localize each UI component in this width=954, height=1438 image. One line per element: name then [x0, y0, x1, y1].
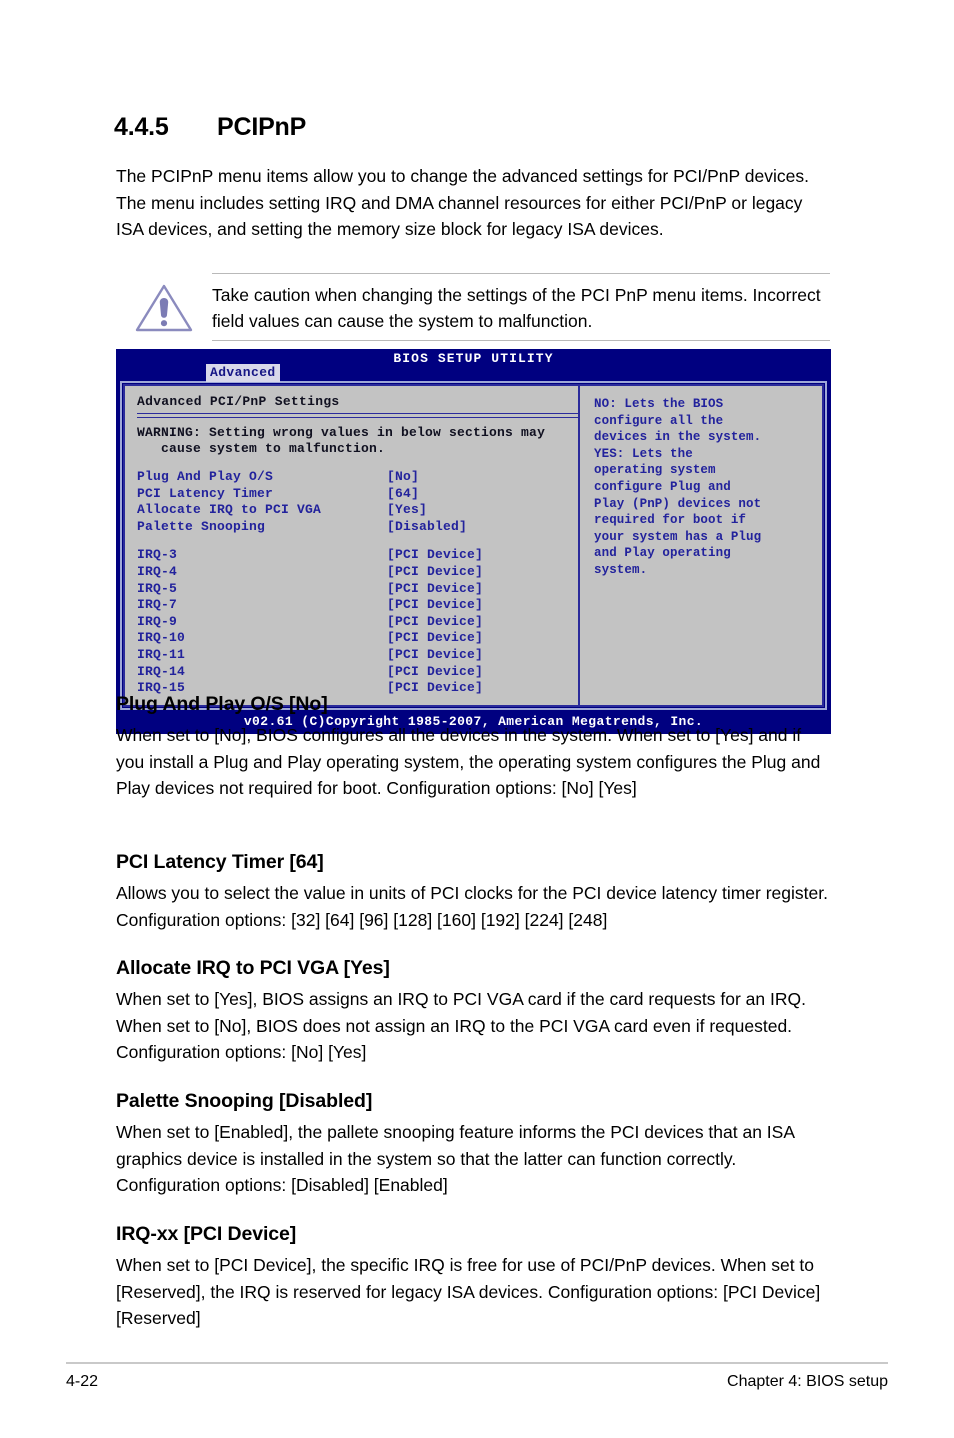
irq-value: [PCI Device]: [387, 613, 484, 629]
bios-setup-screenshot: BIOS SETUP UTILITY Advanced Advanced PCI…: [116, 349, 831, 734]
caution-icon-container: [116, 280, 212, 334]
irq-value: [PCI Device]: [387, 547, 484, 563]
section-title: PCIPnP: [217, 113, 307, 141]
setting-value: [64]: [387, 485, 420, 501]
bios-frame: Advanced PCI/PnP Settings WARNING: Setti…: [120, 381, 827, 710]
item-body: When set to [PCI Device], the specific I…: [116, 1255, 821, 1328]
bios-settings-panel: Advanced PCI/PnP Settings WARNING: Setti…: [125, 386, 580, 705]
bios-panel-divider: [137, 413, 580, 418]
setting-value: [No]: [387, 469, 420, 484]
bios-help-panel: NO: Lets the BIOS configure all the devi…: [580, 386, 822, 705]
setting-label: Allocate IRQ to PCI VGA: [137, 502, 322, 518]
item-section-palette-snooping: Palette Snooping [Disabled] When set to …: [116, 1090, 832, 1199]
irq-label: IRQ-10: [137, 630, 186, 646]
caution-note: Take caution when changing the settings …: [116, 273, 830, 341]
bios-irq-row[interactable]: IRQ-3 [PCI Device]: [137, 547, 578, 564]
irq-value: [PCI Device]: [387, 597, 484, 613]
item-body: When set to [Enabled], the pallete snoop…: [116, 1122, 795, 1195]
document-page: 4.4.5 PCIPnP The PCIPnP menu items allow …: [0, 0, 954, 1438]
irq-label: IRQ-3: [137, 547, 178, 563]
item-body: Allows you to select the value in units …: [116, 883, 828, 930]
irq-label: IRQ-9: [137, 613, 178, 629]
irq-label: IRQ-4: [137, 563, 178, 579]
bios-irq-row[interactable]: IRQ-7 [PCI Device]: [137, 597, 578, 614]
bios-warning-line-2: cause system to malfunction.: [137, 441, 386, 456]
bios-setting-row[interactable]: Palette Snooping [Disabled]: [137, 519, 578, 536]
section-number: 4.4.5: [114, 113, 169, 141]
item-body: When set to [Yes], BIOS assigns an IRQ t…: [116, 989, 806, 1062]
page-title: 4.4.5 PCIPnP: [114, 113, 306, 142]
item-heading: IRQ-xx [PCI Device]: [116, 1223, 297, 1245]
bios-irq-row[interactable]: IRQ-5 [PCI Device]: [137, 581, 578, 598]
bios-title-bar: BIOS SETUP UTILITY Advanced: [116, 349, 831, 382]
item-section-plug-and-play-os: Plug And Play O/S [No] When set to [No],…: [116, 693, 832, 802]
setting-value: [Yes]: [387, 502, 428, 518]
bios-irq-row[interactable]: IRQ-10 [PCI Device]: [137, 630, 578, 647]
item-heading: Plug And Play O/S [No]: [116, 693, 328, 715]
bios-setting-row[interactable]: PCI Latency Timer [64]: [137, 486, 578, 503]
item-section-irq-xx: IRQ-xx [PCI Device] When set to [PCI Dev…: [116, 1223, 832, 1332]
irq-value: [PCI Device]: [387, 646, 484, 662]
warning-triangle-icon: [135, 284, 193, 332]
irq-value: [PCI Device]: [387, 630, 484, 646]
footer-page-number: 4-22: [66, 1373, 99, 1390]
irq-value: [PCI Device]: [387, 580, 484, 596]
bios-irq-row[interactable]: IRQ-11 [PCI Device]: [137, 647, 578, 664]
bios-tab-advanced[interactable]: Advanced: [206, 364, 280, 382]
item-heading: Palette Snooping [Disabled]: [116, 1090, 373, 1112]
bios-help-text: NO: Lets the BIOS configure all the devi…: [594, 397, 762, 577]
item-section-allocate-irq-to-pci-vga: Allocate IRQ to PCI VGA [Yes] When set t…: [116, 957, 832, 1066]
bios-setting-row[interactable]: Allocate IRQ to PCI VGA [Yes]: [137, 502, 578, 519]
item-heading: PCI Latency Timer [64]: [116, 851, 324, 873]
irq-label: IRQ-11: [137, 646, 186, 662]
irq-value: [PCI Device]: [387, 563, 484, 579]
setting-label: PCI Latency Timer: [137, 485, 274, 501]
irq-label: IRQ-14: [137, 663, 186, 679]
bios-content: Advanced PCI/PnP Settings WARNING: Setti…: [123, 384, 824, 707]
item-body: When set to [No], BIOS configures all th…: [116, 725, 821, 798]
irq-label: IRQ-7: [137, 597, 178, 613]
caution-text: Take caution when changing the settings …: [212, 285, 821, 331]
bios-panel-title: Advanced PCI/PnP Settings: [137, 394, 340, 409]
item-heading: Allocate IRQ to PCI VGA [Yes]: [116, 957, 390, 979]
irq-value: [PCI Device]: [387, 663, 484, 679]
item-section-pci-latency-timer: PCI Latency Timer [64] Allows you to sel…: [116, 851, 832, 933]
bios-irq-row[interactable]: IRQ-4 [PCI Device]: [137, 564, 578, 581]
bios-irq-row[interactable]: IRQ-9 [PCI Device]: [137, 614, 578, 631]
bios-irq-row[interactable]: IRQ-14 [PCI Device]: [137, 664, 578, 681]
note-divider-bottom: [212, 340, 830, 341]
intro-paragraph: The PCIPnP menu items allow you to chang…: [116, 166, 809, 239]
setting-label: Palette Snooping: [137, 518, 266, 534]
bios-warning-line-1: WARNING: Setting wrong values in below s…: [137, 425, 546, 440]
setting-value: [Disabled]: [387, 518, 468, 534]
irq-label: IRQ-5: [137, 580, 178, 596]
footer-chapter: Chapter 4: BIOS setup: [727, 1373, 888, 1390]
setting-label: Plug And Play O/S: [137, 469, 274, 484]
bios-setting-row[interactable]: Plug And Play O/S [No]: [137, 469, 578, 486]
footer-divider: [66, 1362, 888, 1364]
